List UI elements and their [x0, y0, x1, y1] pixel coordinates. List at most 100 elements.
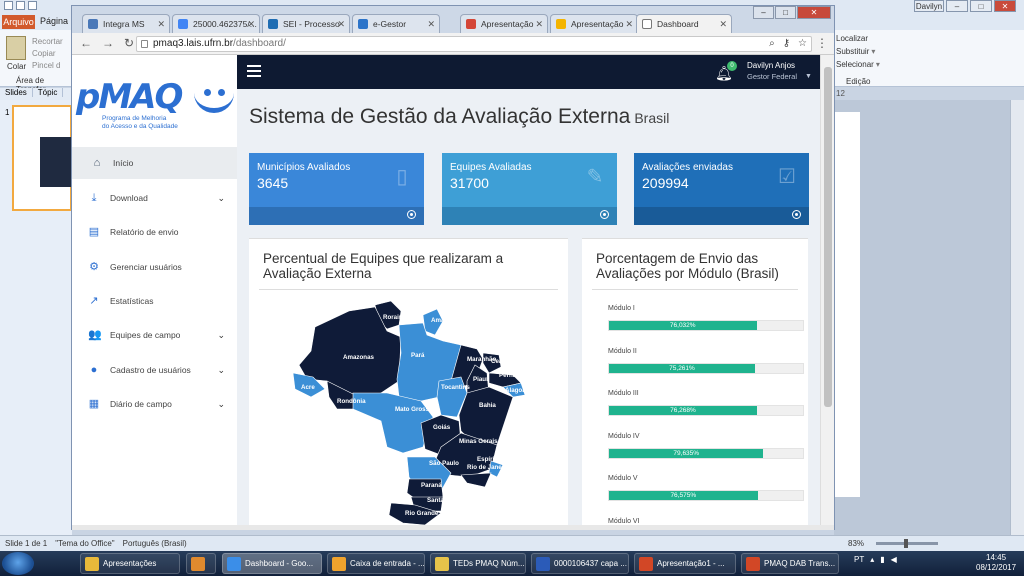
taskbar-item[interactable]: Apresentação1 - ...: [634, 553, 736, 574]
find-button[interactable]: Localizar: [836, 32, 896, 45]
browser-tab[interactable]: Apresentação ✕: [550, 14, 638, 33]
bookmark-star-icon[interactable]: ☆: [798, 37, 807, 51]
zoom-level[interactable]: 83%: [848, 539, 864, 548]
close-tab-icon[interactable]: ✕: [157, 15, 165, 33]
close-tab-icon[interactable]: ✕: [535, 15, 543, 33]
browser-tab[interactable]: Apresentação ✕: [460, 14, 548, 33]
sidebar-item[interactable]: ⚙ Gerenciar usuários: [72, 251, 237, 283]
key-icon[interactable]: ⚷: [783, 37, 790, 51]
user-menu[interactable]: Davilyn Anjos Gestor Federal ▼: [747, 60, 812, 82]
outline-tab[interactable]: Tópic: [33, 88, 64, 97]
progress-track: 76,575%: [608, 490, 804, 501]
slide-page[interactable]: [834, 112, 860, 497]
close-button[interactable]: ✕: [994, 0, 1016, 12]
close-tab-icon[interactable]: ✕: [719, 15, 727, 33]
map-state-label: Santa Catarina: [427, 497, 471, 504]
tray-arrow-icon[interactable]: ▴: [870, 555, 874, 564]
stat-card-footer[interactable]: [249, 207, 424, 225]
sidebar-item[interactable]: ⌂ Início: [72, 147, 237, 179]
taskbar-item[interactable]: 0000106437 capa ...: [531, 553, 629, 574]
address-bar[interactable]: pmaq3.lais.ufrn.br/dashboard/ ⌕ ⚷ ☆: [136, 36, 812, 52]
taskbar-item[interactable]: Dashboard - Goo...: [222, 553, 322, 574]
sidebar-item[interactable]: ⤓ Download ⌄: [72, 182, 237, 214]
minimize-button[interactable]: –: [946, 0, 968, 12]
format-painter-button[interactable]: Pincel d: [32, 60, 63, 72]
more-info-icon[interactable]: [792, 210, 801, 219]
stat-card-body: Equipes Avaliadas 31700 ✎: [442, 153, 617, 207]
maximize-button[interactable]: □: [970, 0, 992, 12]
taskbar-item-label: Caixa de entrada - ...: [350, 559, 425, 568]
browser-tab[interactable]: e-Gestor ✕: [352, 14, 440, 33]
more-info-icon[interactable]: [407, 210, 416, 219]
taskbar-item[interactable]: TEDs PMAQ Núm...: [430, 553, 526, 574]
forward-icon[interactable]: →: [102, 36, 114, 50]
clipboard-group: Colar Recortar Copiar Pincel d Área de T…: [2, 32, 72, 94]
menu-toggle-icon[interactable]: [247, 65, 261, 77]
start-button[interactable]: [2, 552, 34, 575]
zoom-slider[interactable]: [876, 539, 939, 548]
back-icon[interactable]: ←: [80, 36, 92, 50]
slide-scrollbar[interactable]: [1010, 100, 1024, 535]
browser-toolbar: ← → ↻ pmaq3.lais.ufrn.br/dashboard/ ⌕ ⚷ …: [72, 33, 834, 55]
map-state-label: Pernambuco: [499, 372, 537, 379]
stat-card-footer[interactable]: [634, 207, 809, 225]
brazil-map[interactable]: Roraima AmapáAmazonas ParáMaranhãoCearáPia…: [291, 297, 541, 525]
slide-canvas: 12: [834, 89, 1024, 535]
map-state[interactable]: [460, 472, 492, 488]
map-state-label: Alagoas: [505, 387, 530, 394]
volume-icon[interactable]: ◀: [891, 555, 897, 564]
select-button[interactable]: Selecionar ▾: [836, 58, 896, 71]
progress-track: 75,261%: [608, 362, 804, 374]
home-tab[interactable]: Página: [40, 16, 68, 26]
minimize-button[interactable]: –: [753, 6, 774, 19]
horizontal-scrollbar[interactable]: [72, 525, 834, 530]
slide-number: 1: [5, 108, 10, 117]
maximize-button[interactable]: □: [775, 6, 796, 19]
sidebar-item[interactable]: 👥 Equipes de campo ⌄: [72, 319, 237, 351]
file-tab[interactable]: Arquivo: [2, 15, 35, 29]
close-button[interactable]: ✕: [797, 6, 831, 19]
language-status[interactable]: Português (Brasil): [123, 539, 187, 548]
taskbar-item[interactable]: Apresentações: [80, 553, 180, 574]
tab-title: Apresentação: [571, 19, 624, 29]
slide-thumbnail[interactable]: [12, 105, 74, 211]
paste-label[interactable]: Colar: [7, 62, 26, 71]
browser-tab[interactable]: Integra MS ✕: [82, 14, 170, 33]
close-tab-icon[interactable]: ✕: [427, 15, 435, 33]
taskbar-item[interactable]: PMAQ DAB Trans...: [741, 553, 839, 574]
module-progress: Módulo III 76,268%: [608, 390, 806, 416]
close-tab-icon[interactable]: ✕: [625, 15, 633, 33]
copy-button[interactable]: Copiar: [32, 48, 63, 60]
module-progress: Módulo V 76,575%: [608, 475, 806, 501]
sidebar-item[interactable]: ● Cadastro de usuários ⌄: [72, 354, 237, 386]
close-tab-icon[interactable]: ✕: [247, 15, 255, 33]
page-scrollbar[interactable]: [820, 55, 834, 525]
sidebar-item[interactable]: ▦ Diário de campo ⌄: [72, 388, 237, 420]
gear-icon: ⚙: [89, 261, 99, 273]
slides-tab[interactable]: Slides: [0, 88, 33, 97]
stat-card-footer[interactable]: [442, 207, 617, 225]
replace-button[interactable]: Substituir ▾: [836, 45, 896, 58]
map-state-label: Ceará: [491, 358, 509, 365]
browser-tab[interactable]: SEI - Processo ✕: [262, 14, 350, 33]
pmaq-logo[interactable]: pMAQ Programa de Melhoria do Acesso e da…: [76, 77, 238, 137]
paste-icon[interactable]: [6, 36, 26, 60]
more-info-icon[interactable]: [600, 210, 609, 219]
cut-button[interactable]: Recortar: [32, 36, 63, 48]
sidebar-item[interactable]: ▤ Relatório de envio: [72, 216, 237, 248]
browser-menu-icon[interactable]: ⋮: [816, 36, 828, 50]
reload-icon[interactable]: ↻: [124, 36, 134, 50]
taskbar-item[interactable]: Caixa de entrada - ...: [327, 553, 425, 574]
clock[interactable]: 14:45 08/12/2017: [976, 553, 1016, 573]
taskbar-item[interactable]: [186, 553, 216, 574]
powerpoint-window-controls[interactable]: Davilyn – □ ✕: [914, 0, 1016, 12]
close-tab-icon[interactable]: ✕: [337, 15, 345, 33]
quick-access-toolbar[interactable]: [4, 1, 37, 10]
sidebar-item[interactable]: ↗ Estatísticas: [72, 285, 237, 317]
network-icon[interactable]: ▮: [880, 555, 884, 564]
stat-card-body: Municípios Avaliados 3645 ▯: [249, 153, 424, 207]
browser-tab[interactable]: Dashboard ✕: [636, 14, 732, 33]
browser-tab[interactable]: 25000.462375/... ✕: [172, 14, 260, 33]
zoom-icon[interactable]: ⌕: [769, 37, 775, 51]
language-indicator[interactable]: PT: [854, 555, 864, 564]
